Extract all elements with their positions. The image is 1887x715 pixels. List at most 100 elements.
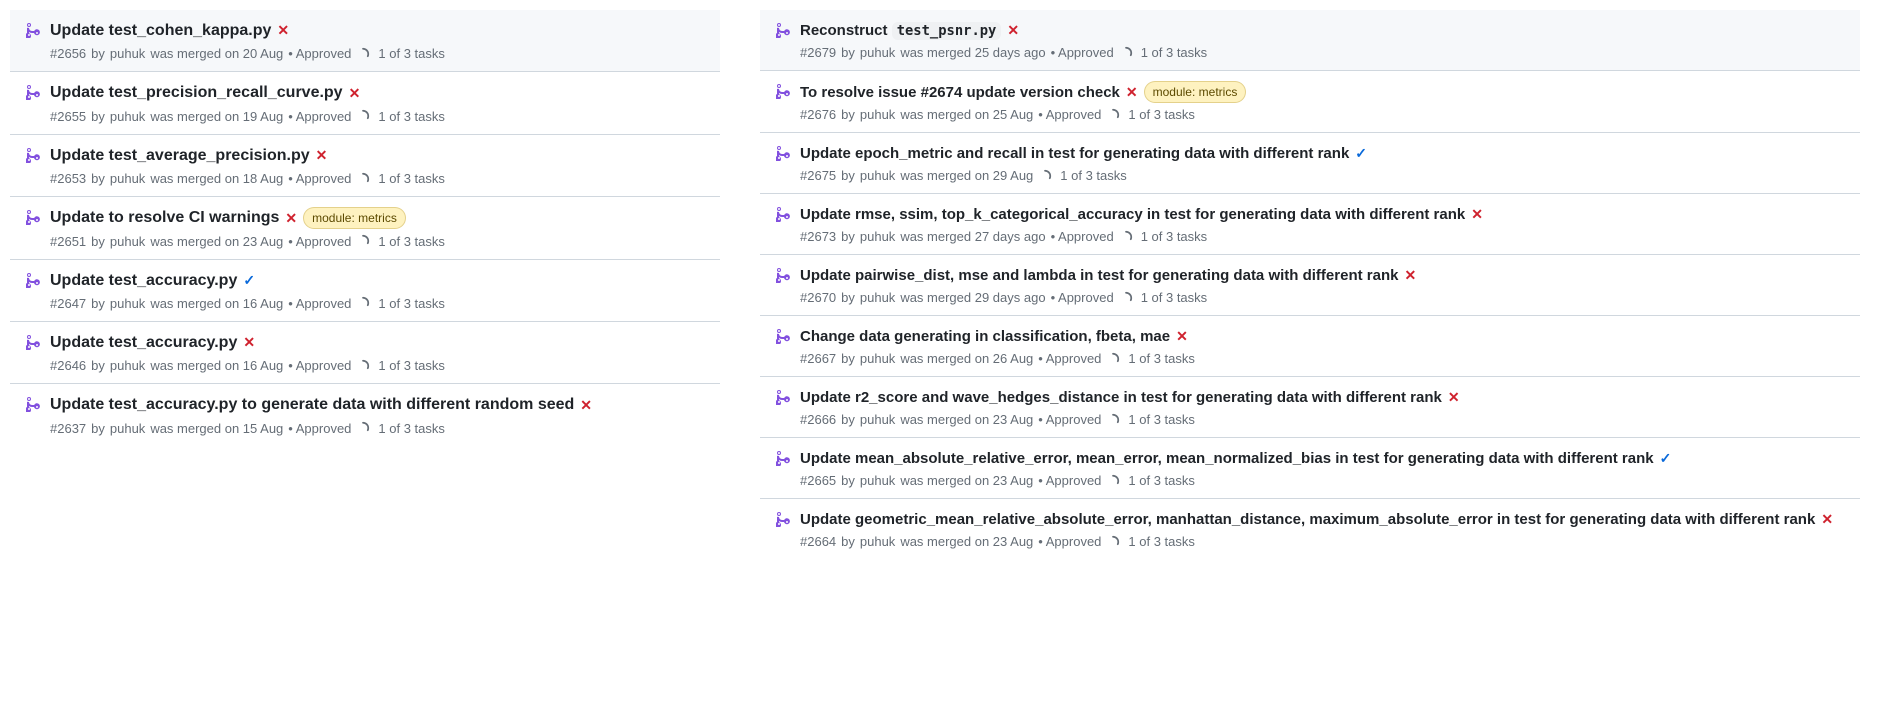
pr-number[interactable]: #2651 — [50, 234, 86, 249]
pr-meta: #2666 by puhuk was merged on 23 Aug Appr… — [800, 412, 1852, 427]
pr-item[interactable]: To resolve issue #2674 update version ch… — [760, 70, 1860, 132]
pr-item[interactable]: Update mean_absolute_relative_error, mea… — [760, 437, 1860, 498]
pr-title[interactable]: Update test_accuracy.py — [50, 270, 237, 292]
pr-item[interactable]: Update test_accuracy.py ✕ #2646 by puhuk… — [10, 321, 720, 383]
status-x-icon: ✕ — [1448, 388, 1460, 408]
pr-number[interactable]: #2676 — [800, 107, 836, 122]
tasklist-icon — [356, 234, 373, 248]
pr-author[interactable]: puhuk — [860, 45, 895, 60]
pr-title[interactable]: Update mean_absolute_relative_error, mea… — [800, 448, 1654, 469]
git-merge-icon — [776, 450, 792, 466]
pr-number[interactable]: #2655 — [50, 109, 86, 124]
pr-author[interactable]: puhuk — [860, 412, 895, 427]
tasklist-icon — [1106, 413, 1123, 427]
pr-by: by — [841, 412, 855, 427]
tasklist-icon — [356, 421, 373, 435]
pr-title[interactable]: Update pairwise_dist, mse and lambda in … — [800, 265, 1398, 286]
pr-item[interactable]: Update r2_score and wave_hedges_distance… — [760, 376, 1860, 437]
pr-number[interactable]: #2665 — [800, 473, 836, 488]
pr-title[interactable]: Update r2_score and wave_hedges_distance… — [800, 387, 1442, 408]
pr-author[interactable]: puhuk — [110, 296, 145, 311]
pr-title-code: test_psnr.py — [892, 22, 1002, 40]
pr-number[interactable]: #2656 — [50, 46, 86, 61]
pr-author[interactable]: puhuk — [860, 290, 895, 305]
pr-author[interactable]: puhuk — [860, 534, 895, 549]
pr-meta: #2679 by puhuk was merged 25 days ago Ap… — [800, 45, 1852, 60]
git-merge-icon — [776, 267, 792, 283]
pr-number[interactable]: #2637 — [50, 421, 86, 436]
pr-item[interactable]: Update to resolve CI warnings ✕ module: … — [10, 196, 720, 258]
pr-author[interactable]: puhuk — [860, 229, 895, 244]
pr-author[interactable]: puhuk — [860, 168, 895, 183]
merged-icon — [26, 334, 42, 353]
pr-merged: was merged 27 days ago — [900, 229, 1045, 244]
pr-approved: Approved — [288, 296, 351, 311]
pr-author[interactable]: puhuk — [110, 109, 145, 124]
pr-item[interactable]: Update pairwise_dist, mse and lambda in … — [760, 254, 1860, 315]
pr-number[interactable]: #2675 — [800, 168, 836, 183]
pr-author[interactable]: puhuk — [110, 46, 145, 61]
pr-body: Update to resolve CI warnings ✕ module: … — [50, 207, 712, 248]
pr-number[interactable]: #2679 — [800, 45, 836, 60]
pr-meta: #2656 by puhuk was merged on 20 Aug Appr… — [50, 46, 712, 61]
label-chip[interactable]: module: metrics — [1144, 81, 1247, 103]
pr-title[interactable]: Update test_average_precision.py — [50, 145, 310, 167]
pr-number[interactable]: #2670 — [800, 290, 836, 305]
pr-item[interactable]: Update geometric_mean_relative_absolute_… — [760, 498, 1860, 559]
pr-approved: Approved — [1038, 473, 1101, 488]
pr-number[interactable]: #2673 — [800, 229, 836, 244]
pr-number[interactable]: #2653 — [50, 171, 86, 186]
pr-author[interactable]: puhuk — [110, 171, 145, 186]
pr-title-line: To resolve issue #2674 update version ch… — [800, 81, 1852, 103]
pr-title[interactable]: Reconstruct test_psnr.py — [800, 20, 1001, 41]
pr-author[interactable]: puhuk — [110, 234, 145, 249]
pr-title[interactable]: Update rmse, ssim, top_k_categorical_acc… — [800, 204, 1465, 225]
pr-author[interactable]: puhuk — [860, 473, 895, 488]
pr-item[interactable]: Update test_accuracy.py to generate data… — [10, 383, 720, 445]
merged-icon — [26, 147, 42, 166]
pr-item[interactable]: Update epoch_metric and recall in test f… — [760, 132, 1860, 193]
pr-number[interactable]: #2647 — [50, 296, 86, 311]
pr-tasks: 1 of 3 tasks — [378, 171, 444, 186]
pr-item[interactable]: Update test_precision_recall_curve.py ✕ … — [10, 71, 720, 133]
merged-icon — [776, 22, 792, 41]
pr-item[interactable]: Update rmse, ssim, top_k_categorical_acc… — [760, 193, 1860, 254]
status-x-icon: ✕ — [316, 146, 328, 166]
pr-title-line: Update to resolve CI warnings ✕ module: … — [50, 207, 712, 229]
pr-item[interactable]: Change data generating in classification… — [760, 315, 1860, 376]
pr-author[interactable]: puhuk — [860, 351, 895, 366]
pr-title[interactable]: Update test_precision_recall_curve.py — [50, 82, 343, 104]
pr-by: by — [841, 107, 855, 122]
pr-author[interactable]: puhuk — [110, 358, 145, 373]
pr-title[interactable]: Update test_accuracy.py to generate data… — [50, 394, 574, 416]
pr-number[interactable]: #2646 — [50, 358, 86, 373]
pr-title[interactable]: Update to resolve CI warnings — [50, 207, 279, 229]
pr-item[interactable]: Update test_accuracy.py ✓ #2647 by puhuk… — [10, 259, 720, 321]
pr-author[interactable]: puhuk — [110, 421, 145, 436]
pr-meta: #2647 by puhuk was merged on 16 Aug Appr… — [50, 296, 712, 311]
pr-body: Update test_precision_recall_curve.py ✕ … — [50, 82, 712, 123]
pr-title[interactable]: Update geometric_mean_relative_absolute_… — [800, 509, 1815, 530]
pr-number[interactable]: #2664 — [800, 534, 836, 549]
pr-number[interactable]: #2666 — [800, 412, 836, 427]
pr-number[interactable]: #2667 — [800, 351, 836, 366]
status-x-icon: ✕ — [1404, 266, 1416, 286]
pr-merged: was merged on 23 Aug — [900, 473, 1033, 488]
pr-by: by — [91, 421, 105, 436]
pr-title[interactable]: To resolve issue #2674 update version ch… — [800, 82, 1120, 103]
label-chip[interactable]: module: metrics — [303, 207, 406, 229]
pr-item[interactable]: Update test_average_precision.py ✕ #2653… — [10, 134, 720, 196]
pr-item[interactable]: Reconstruct test_psnr.py ✕ #2679 by puhu… — [760, 10, 1860, 70]
pr-title[interactable]: Update epoch_metric and recall in test f… — [800, 143, 1349, 164]
pr-item[interactable]: Update test_cohen_kappa.py ✕ #2656 by pu… — [10, 10, 720, 71]
pr-by: by — [841, 168, 855, 183]
pr-title[interactable]: Update test_accuracy.py — [50, 332, 237, 354]
pr-title[interactable]: Change data generating in classification… — [800, 326, 1170, 347]
pr-approved: Approved — [288, 358, 351, 373]
pr-title[interactable]: Update test_cohen_kappa.py — [50, 20, 271, 42]
pr-meta: #2655 by puhuk was merged on 19 Aug Appr… — [50, 109, 712, 124]
pr-author[interactable]: puhuk — [860, 107, 895, 122]
pr-tasks: 1 of 3 tasks — [1128, 473, 1194, 488]
pr-approved: Approved — [1038, 534, 1101, 549]
pr-tasks: 1 of 3 tasks — [1141, 290, 1207, 305]
